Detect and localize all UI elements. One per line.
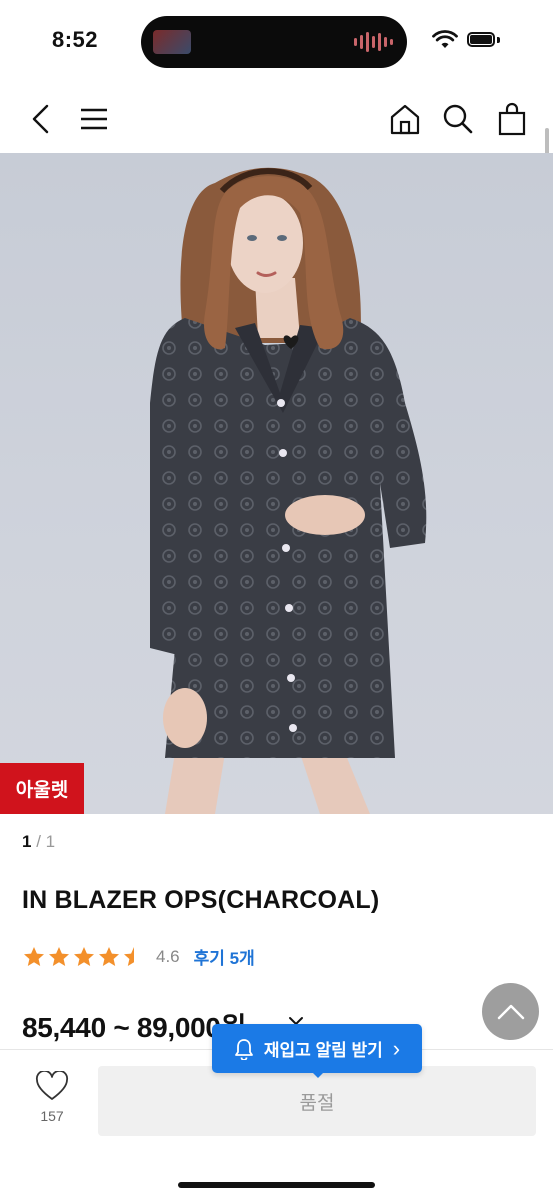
audio-wave-icon (354, 31, 393, 53)
home-button[interactable] (386, 100, 424, 138)
chevron-up-icon (497, 1004, 524, 1019)
search-icon (443, 104, 473, 134)
search-button[interactable] (439, 100, 477, 138)
restock-label: 재입고 알림 받기 (263, 1041, 383, 1060)
pager-current: 1 (22, 832, 32, 851)
product-title: IN BLAZER OPS(CHARCOAL) (22, 886, 380, 914)
chevron-right-icon: › (392, 1035, 401, 1061)
like-button[interactable]: 157 (22, 1069, 82, 1124)
rating-value: 4.6 (156, 946, 180, 966)
battery-icon (467, 32, 495, 47)
cart-button[interactable] (493, 100, 531, 138)
battery-tip (497, 37, 500, 43)
wifi-icon (432, 30, 458, 48)
review-link[interactable]: 후기 5개 (194, 944, 255, 969)
rating-row: 4.6 후기 5개 (22, 944, 255, 969)
product-image[interactable] (0, 153, 553, 814)
outlet-badge: 아울렛 (0, 763, 84, 814)
half-star-icon (124, 946, 144, 966)
tooltip-pointer (310, 1070, 326, 1078)
now-playing-thumbnail (153, 30, 191, 54)
shopping-bag-icon (498, 102, 526, 136)
star-icon (74, 946, 94, 966)
dynamic-island[interactable] (141, 16, 407, 68)
back-chevron-icon (32, 104, 49, 134)
bell-icon (234, 1038, 253, 1060)
like-count: 157 (40, 1108, 64, 1124)
star-icon (99, 946, 119, 966)
hamburger-menu-icon (81, 108, 107, 130)
model-illustration (150, 167, 427, 814)
star-rating (22, 945, 146, 969)
image-pager: 1 / 1 (22, 832, 55, 852)
pager-total: / 1 (36, 832, 56, 851)
home-icon (390, 104, 420, 135)
menu-button[interactable] (75, 100, 113, 138)
heart-icon (35, 1069, 69, 1100)
restock-alert-button[interactable]: 재입고 알림 받기 › (212, 1024, 422, 1073)
status-time: 8:52 (52, 27, 99, 52)
star-icon (49, 946, 69, 966)
star-icon (24, 946, 44, 966)
home-indicator[interactable] (178, 1182, 375, 1188)
scroll-top-button[interactable] (482, 983, 539, 1040)
back-button[interactable] (22, 100, 60, 138)
